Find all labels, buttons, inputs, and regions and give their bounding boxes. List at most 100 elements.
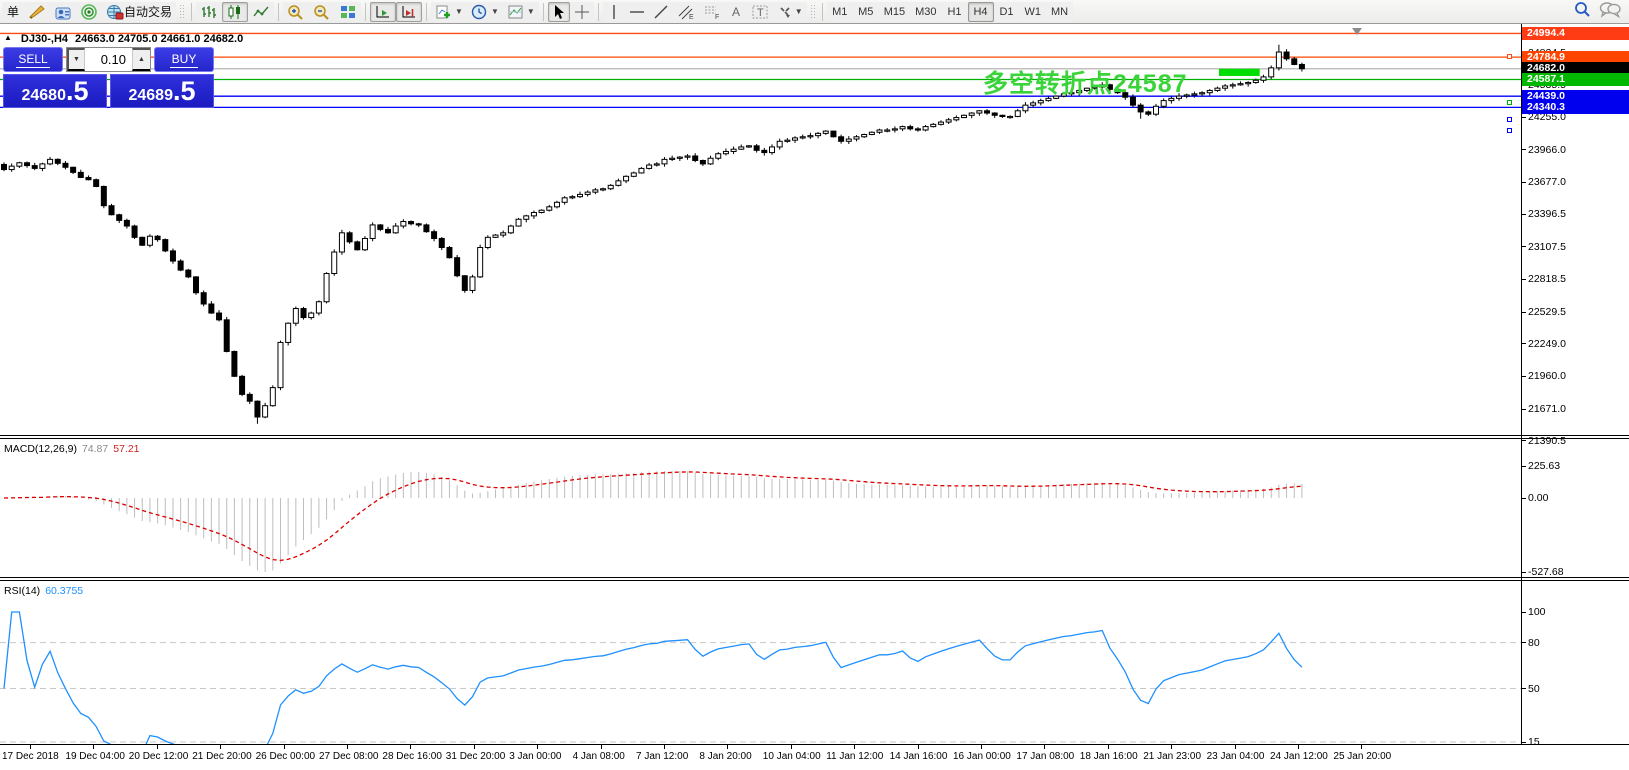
vertical-line-button[interactable] bbox=[603, 2, 625, 22]
tile-windows-button[interactable] bbox=[335, 2, 361, 22]
price-chart-canvas[interactable] bbox=[0, 24, 1521, 435]
bull-candle-body bbox=[938, 122, 943, 124]
bear-candle-body bbox=[447, 248, 452, 258]
timeframe-button-m1[interactable]: M1 bbox=[827, 2, 853, 22]
bull-candle-body bbox=[9, 166, 14, 169]
bull-candle-body bbox=[17, 163, 22, 166]
bull-candle-body bbox=[862, 135, 867, 137]
bull-candle-body bbox=[931, 124, 936, 126]
signals-button[interactable] bbox=[76, 2, 102, 22]
rsi-indicator-canvas[interactable] bbox=[0, 581, 1521, 744]
auto-scroll-button[interactable] bbox=[370, 2, 396, 22]
timeframe-button-h4[interactable]: H4 bbox=[968, 2, 994, 22]
price-axis-tick: 21390.5 bbox=[1522, 435, 1629, 447]
time-axis-label: 3 Jan 00:00 bbox=[509, 751, 561, 762]
macd-indicator-canvas[interactable] bbox=[0, 439, 1521, 577]
line-handle[interactable] bbox=[1507, 54, 1512, 59]
indicators-button[interactable]: ▼ bbox=[431, 2, 467, 22]
timeframe-button-mn[interactable]: MN bbox=[1046, 2, 1073, 22]
candlestick-chart-button[interactable] bbox=[222, 2, 248, 22]
timeframe-button-h1[interactable]: H1 bbox=[942, 2, 968, 22]
time-axis-tick bbox=[1298, 745, 1299, 749]
trendline-button[interactable] bbox=[649, 2, 673, 22]
bear-candle-body bbox=[1146, 112, 1151, 114]
bull-candle-body bbox=[654, 164, 659, 165]
timeframe-button-m15[interactable]: M15 bbox=[879, 2, 910, 22]
toolbar-separator bbox=[278, 3, 279, 21]
bull-candle-body bbox=[316, 302, 321, 313]
line-chart-button[interactable] bbox=[248, 2, 274, 22]
toolbar-separator bbox=[365, 3, 366, 21]
text-button[interactable]: A bbox=[725, 2, 747, 22]
toolbar-separator bbox=[426, 3, 427, 21]
accounts-button[interactable] bbox=[50, 2, 76, 22]
volume-input[interactable]: 0.10 bbox=[85, 48, 132, 71]
time-axis-tick bbox=[30, 745, 31, 749]
chart-shift-marker[interactable] bbox=[1352, 28, 1362, 35]
templates-button[interactable]: ▼ bbox=[503, 2, 539, 22]
bear-candle-body bbox=[355, 242, 360, 250]
bull-candle-body bbox=[147, 236, 152, 245]
timeframe-button-d1[interactable]: D1 bbox=[994, 2, 1020, 22]
bear-candle-body bbox=[124, 220, 129, 226]
price-axis-tick: 22249.0 bbox=[1522, 338, 1629, 350]
styles-button[interactable] bbox=[24, 2, 50, 22]
bear-candle-body bbox=[1138, 105, 1143, 112]
new-order-label: 单 bbox=[7, 3, 19, 20]
chart-annotation-text[interactable]: 多空转折点24587 bbox=[983, 64, 1188, 100]
bull-candle-body bbox=[547, 207, 552, 210]
line-handle[interactable] bbox=[1507, 100, 1512, 105]
fibonacci-button[interactable]: F bbox=[699, 2, 725, 22]
bull-candle-body bbox=[1223, 86, 1228, 88]
chart-window[interactable]: ▲ DJ30-,H4 24663.0 24705.0 24661.0 24682… bbox=[0, 24, 1629, 770]
text-label-button[interactable]: T bbox=[747, 2, 773, 22]
buy-button[interactable]: BUY bbox=[154, 47, 214, 72]
sell-price-display[interactable]: 24680 .5 bbox=[3, 74, 107, 108]
time-axis-label: 21 Dec 20:00 bbox=[192, 751, 252, 762]
line-handle[interactable] bbox=[1507, 117, 1512, 122]
arrows-button[interactable]: ▼ bbox=[773, 2, 807, 22]
bar-chart-button[interactable] bbox=[196, 2, 222, 22]
sell-button[interactable]: SELL bbox=[3, 47, 63, 72]
equidistant-channel-button[interactable]: E bbox=[673, 2, 699, 22]
buy-price-display[interactable]: 24689 .5 bbox=[110, 74, 214, 108]
rsi-axis-tick: 80 bbox=[1522, 637, 1629, 649]
bull-candle-body bbox=[516, 219, 521, 226]
horizontal-line-button[interactable] bbox=[625, 2, 649, 22]
timeframe-button-m5[interactable]: M5 bbox=[853, 2, 879, 22]
volume-decrease-button[interactable]: ▼ bbox=[67, 48, 85, 71]
bear-candle-body bbox=[63, 163, 68, 167]
collapse-panel-icon[interactable]: ▲ bbox=[4, 33, 12, 45]
volume-increase-button[interactable]: ▲ bbox=[132, 48, 150, 71]
new-order-button[interactable]: 单 bbox=[2, 2, 24, 22]
bull-candle-body bbox=[877, 130, 882, 132]
crosshair-button[interactable] bbox=[570, 2, 594, 22]
timeframe-button-m30[interactable]: M30 bbox=[910, 2, 941, 22]
main-toolbar: 单 自动交易 ▼ ▼ bbox=[0, 0, 1629, 24]
zoom-in-button[interactable] bbox=[283, 2, 309, 22]
timeframe-button-w1[interactable]: W1 bbox=[1020, 2, 1047, 22]
bull-candle-body bbox=[293, 309, 298, 324]
autotrading-button[interactable]: 自动交易 bbox=[102, 2, 176, 22]
bear-candle-body bbox=[1299, 64, 1304, 68]
bear-candle-body bbox=[462, 276, 467, 291]
buy-price-int: 24689 bbox=[128, 87, 173, 105]
bull-candle-body bbox=[309, 313, 314, 318]
periods-button[interactable]: ▼ bbox=[467, 2, 503, 22]
bear-candle-body bbox=[170, 251, 175, 261]
dropdown-caret-icon: ▼ bbox=[455, 7, 463, 16]
template-icon bbox=[507, 4, 525, 20]
symbol-search-icon[interactable] bbox=[1573, 0, 1591, 23]
price-scale[interactable]: 24824.524535.524255.023966.023677.023396… bbox=[1522, 24, 1629, 770]
line-handle[interactable] bbox=[1507, 128, 1512, 133]
chat-icon[interactable] bbox=[1599, 0, 1621, 23]
time-axis-label: 8 Jan 20:00 bbox=[699, 751, 751, 762]
macd-axis-tick: 225.63 bbox=[1522, 460, 1629, 472]
cursor-button[interactable] bbox=[548, 2, 570, 22]
chart-shift-button[interactable] bbox=[396, 2, 422, 22]
rsi-value: 60.3755 bbox=[45, 585, 83, 597]
bull-candle-body bbox=[470, 277, 475, 291]
time-axis[interactable]: 17 Dec 201819 Dec 04:0020 Dec 12:0021 De… bbox=[0, 745, 1629, 770]
zoom-out-button[interactable] bbox=[309, 2, 335, 22]
time-axis-label: 4 Jan 08:00 bbox=[573, 751, 625, 762]
